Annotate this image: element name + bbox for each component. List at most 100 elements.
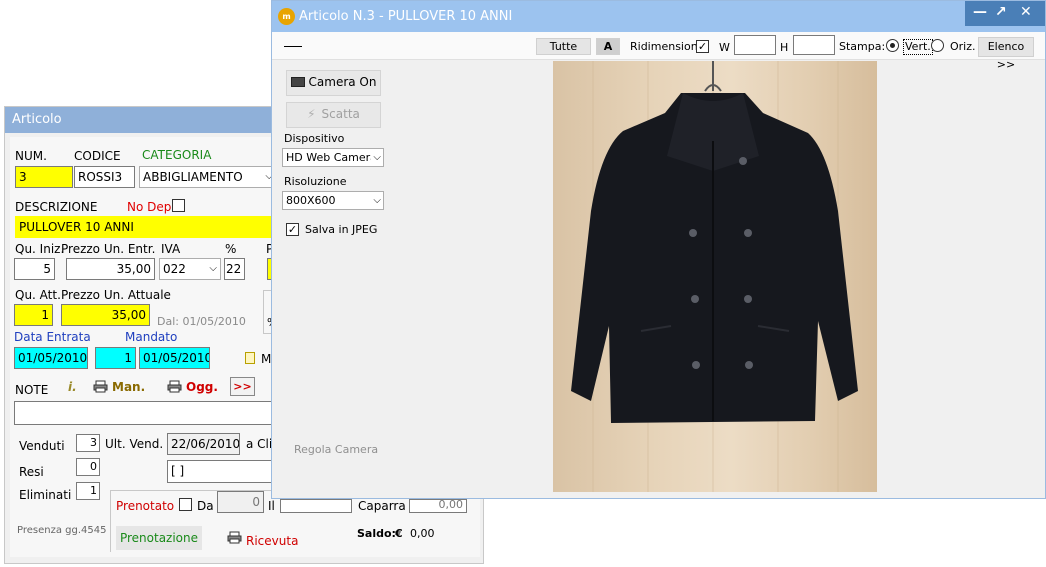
camera-window-titlebar[interactable]: m Articolo N.3 - PULLOVER 10 ANNI — ↗ ✕ [272,1,1045,32]
qu-att-field[interactable]: 1 [14,304,53,326]
man-button[interactable]: Man. [112,380,145,394]
menu-dash-icon[interactable] [284,46,302,47]
maximize-icon[interactable]: ↗ [995,4,1007,20]
camera-on-label: Camera On [308,75,377,89]
codice-field[interactable]: ROSSI3 [74,166,135,188]
ricevuta-button[interactable]: Ricevuta [246,534,298,548]
categoria-select[interactable]: ABBIGLIAMENTO ⌵ [139,166,277,188]
camera-window-title: Articolo N.3 - PULLOVER 10 ANNI [299,9,513,24]
pct-field[interactable]: 22 [224,258,245,280]
more-button[interactable]: >> [230,377,255,396]
camera-preview [553,61,877,492]
saldo-value: 0,00 [410,527,435,540]
dispositivo-label: Dispositivo [284,132,345,145]
qu-iniz-label: Qu. Iniz. [15,242,65,256]
ult-vend-label: Ult. Vend. [105,437,164,451]
descrizione-label: DESCRIZIONE [15,200,98,214]
close-icon[interactable]: ✕ [1020,4,1032,20]
venduti-label: Venduti [19,439,65,453]
ult-vend-field: 22/06/2010 [167,433,240,455]
eliminati-label: Eliminati [19,488,72,502]
iva-value: 022 [163,262,186,276]
radio-dot [890,43,895,48]
da-field[interactable]: 0 [217,491,264,513]
mandato-num-field[interactable]: 1 [95,347,136,369]
presenza-text: Presenza gg.4545 [17,525,107,536]
vert-radio[interactable] [886,39,899,52]
resi-label: Resi [19,465,44,479]
risoluzione-label: Risoluzione [284,175,347,188]
chevron-down-icon: ⌵ [371,192,381,209]
il-label: Il [268,499,275,513]
h-label: H [780,41,789,54]
app-logo-icon: m [278,8,295,25]
risoluzione-select[interactable]: 800X600 ⌵ [282,191,384,210]
prezzo-att-label: Prezzo Un. Attuale [61,288,171,302]
num-field[interactable]: 3 [15,166,73,188]
il-field[interactable] [280,499,352,513]
categoria-value: ABBIGLIAMENTO [143,170,243,184]
elenco-button[interactable]: Elenco >> [978,37,1034,71]
data-entrata-label: Data Entrata [14,330,91,344]
ridimensiona-checkbox[interactable]: ✓ [696,40,709,53]
prenotato-label: Prenotato [116,499,175,513]
no-dep-label: No Dep. [127,200,176,214]
saldo-label: Saldo: [357,527,396,540]
prenotazione-button[interactable]: Prenotazione [116,526,202,550]
data-entrata-field[interactable]: 01/05/2010 [14,347,88,369]
chevron-down-icon: ⌵ [209,263,217,274]
m-label: M [261,352,272,366]
font-a-button[interactable]: A [596,38,620,55]
mandato-date-field[interactable]: 01/05/2010 [139,347,210,369]
saldo-currency: € [395,527,403,540]
dal-text: Dal: 01/05/2010 [157,315,246,328]
caparra-field[interactable]: 0,00 [409,499,467,513]
cliente-field[interactable]: [ ] [167,460,277,483]
printer-icon[interactable] [227,531,242,544]
pct-label: % [225,242,237,256]
scatta-button[interactable]: ⚡ Scatta [286,102,381,128]
ridimensiona-label: Ridimensiona [630,40,705,53]
width-input[interactable] [734,35,776,55]
resi-field: 0 [76,458,100,476]
dispositivo-select[interactable]: HD Web Camera ⌵ [282,148,384,167]
w-label: W [719,41,730,54]
printer-icon[interactable] [93,380,108,393]
vert-label: Vert. [903,39,933,55]
oriz-label: Oriz. [950,40,976,53]
camera-on-button[interactable]: Camera On [286,70,381,96]
height-input[interactable] [793,35,835,55]
codice-label: CODICE [74,149,121,163]
no-dep-checkbox[interactable] [172,199,185,212]
note-field[interactable] [14,401,277,425]
oriz-radio[interactable] [931,39,944,52]
scatta-label: Scatta [321,107,360,121]
info-button[interactable]: i. [68,380,77,394]
printer-icon[interactable] [167,380,182,393]
prezzo-entr-field[interactable]: 35,00 [66,258,155,280]
iva-select[interactable]: 022 ⌵ [159,258,221,280]
da-label: Da [197,499,214,513]
categoria-label: CATEGORIA [142,148,212,162]
document-icon[interactable] [245,352,255,364]
iva-label: IVA [161,242,181,256]
mandato-label: Mandato [125,330,178,344]
num-label: NUM. [15,149,47,163]
qu-att-label: Qu. Att. [15,288,61,302]
camera-toolbar: Tutte A Ridimensiona ✓ W H Stampa: Vert.… [272,32,1045,71]
prenotato-checkbox[interactable] [179,498,192,511]
minimize-icon[interactable]: — [973,4,987,20]
regola-camera-button[interactable]: Regola Camera [294,443,378,457]
prezzo-att-field[interactable]: 35,00 [61,304,150,326]
qu-iniz-field[interactable]: 5 [14,258,55,280]
ogg-button[interactable]: Ogg. [186,380,218,394]
dispositivo-value: HD Web Camera [286,151,377,164]
chevron-down-icon: ⌵ [371,149,381,166]
salva-jpeg-checkbox[interactable]: ✓ [286,223,299,236]
window-controls: — ↗ ✕ [965,1,1045,26]
lightning-icon: ⚡ [307,107,316,121]
descrizione-field[interactable]: PULLOVER 10 ANNI [15,216,277,238]
caparra-label: Caparra [358,499,406,513]
risoluzione-value: 800X600 [286,194,336,207]
tutte-button[interactable]: Tutte [536,38,591,55]
